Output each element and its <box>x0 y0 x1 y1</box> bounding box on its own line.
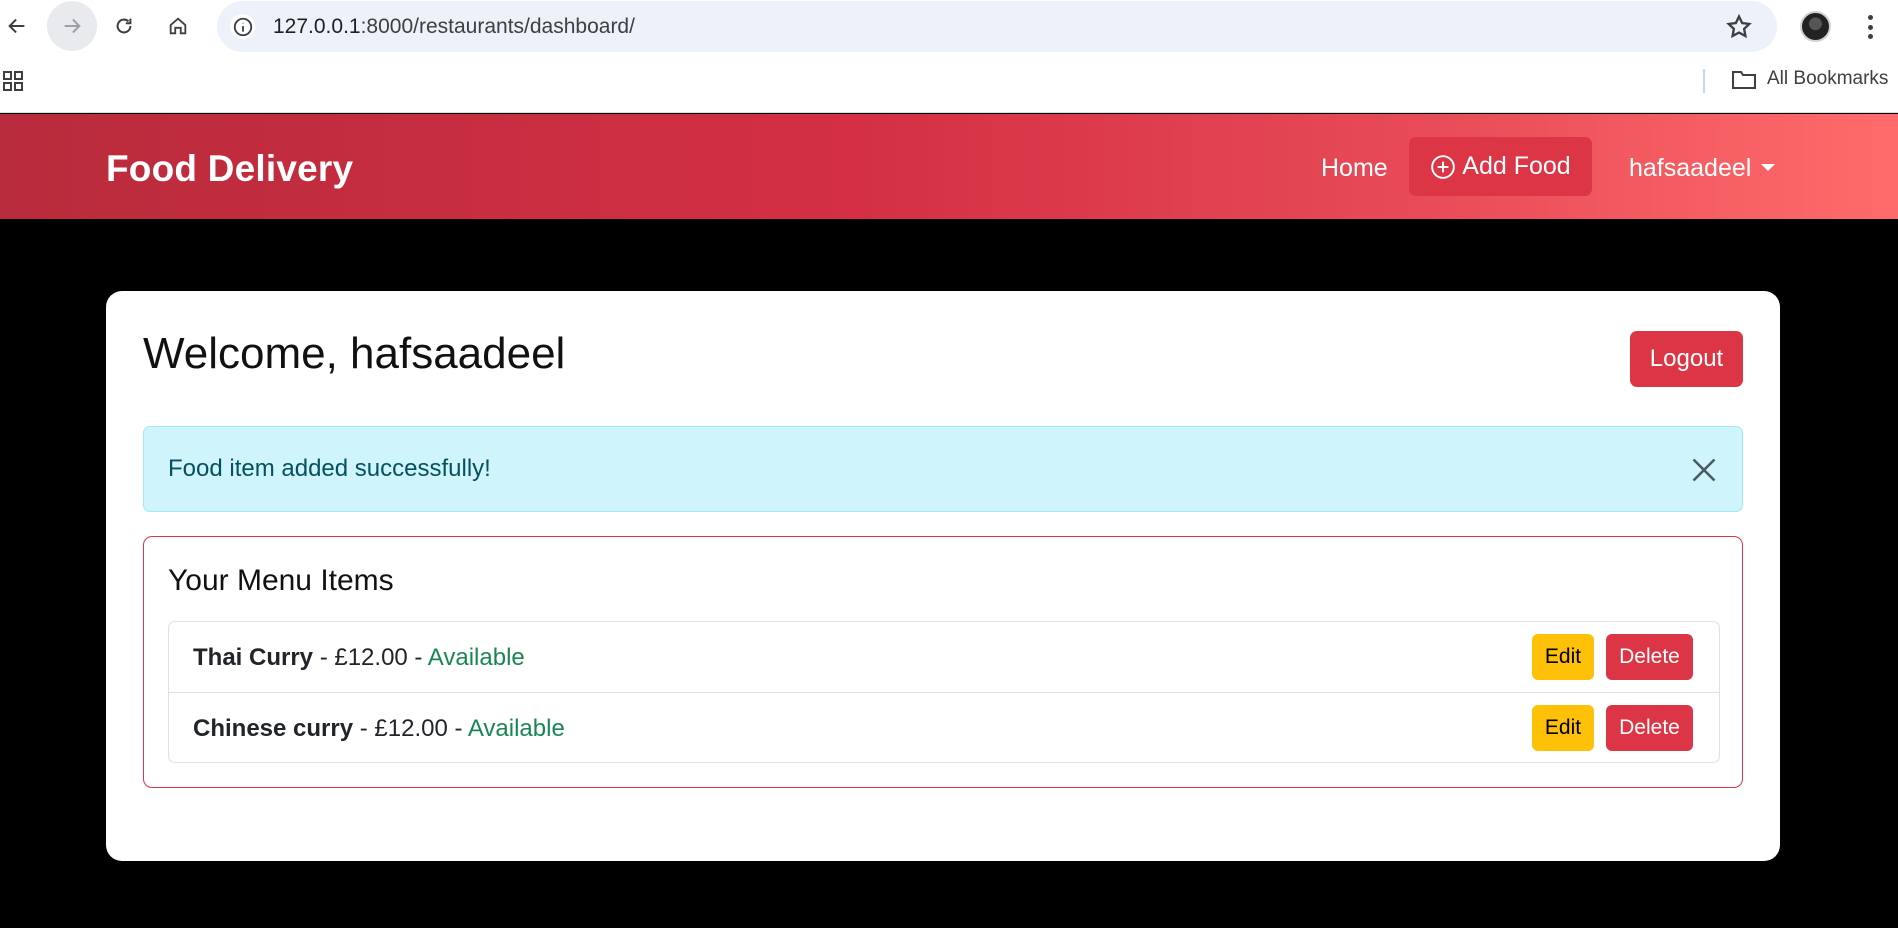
reload-icon <box>116 18 132 34</box>
username-label: hafsaadeel <box>1629 154 1752 182</box>
url-text[interactable]: 127.0.0.1:8000/restaurants/dashboard/ <box>273 15 635 39</box>
app-navbar: Food Delivery Home Add Food hafsaadeel <box>0 114 1898 219</box>
site-info-icon <box>233 17 252 36</box>
edit-button[interactable]: Edit <box>1532 634 1594 680</box>
nav-home-link[interactable]: Home <box>1321 154 1388 183</box>
forward-button[interactable] <box>47 1 97 51</box>
address-bar[interactable]: 127.0.0.1:8000/restaurants/dashboard/ <box>217 1 1777 52</box>
item-name: Thai Curry <box>193 644 314 671</box>
item-text: Thai Curry - £12.00 - Available <box>193 644 525 672</box>
logout-button[interactable]: Logout <box>1630 331 1743 387</box>
profile-avatar[interactable] <box>1800 11 1831 42</box>
delete-button[interactable]: Delete <box>1606 634 1693 680</box>
plus-circle-icon <box>1431 154 1456 179</box>
item-separator: - <box>447 715 468 742</box>
apps-grid-icon[interactable] <box>2 70 24 92</box>
menu-heading: Your Menu Items <box>168 564 394 597</box>
list-item: Thai Curry - £12.00 - Available Edit Del… <box>169 622 1719 693</box>
url-path: :8000/restaurants/dashboard/ <box>360 15 635 38</box>
item-separator: - <box>313 644 335 671</box>
item-status: Available <box>427 644 525 671</box>
item-price: £12.00 <box>334 644 408 671</box>
item-price: £12.00 <box>374 715 448 742</box>
brand-logo[interactable]: Food Delivery <box>106 148 353 190</box>
edit-button[interactable]: Edit <box>1532 705 1594 751</box>
dashboard-card: Welcome, hafsaadeel Logout Food item add… <box>106 291 1780 861</box>
item-status: Available <box>467 715 565 742</box>
success-alert: Food item added successfully! <box>143 426 1743 512</box>
list-item: Chinese curry - £12.00 - Available Edit … <box>169 693 1719 764</box>
user-dropdown[interactable]: hafsaadeel <box>1629 154 1776 183</box>
item-separator: - <box>353 715 375 742</box>
menu-items-section: Your Menu Items Thai Curry - £12.00 - Av… <box>143 536 1743 788</box>
site-info-button[interactable] <box>230 14 255 39</box>
bookmarks-bar: All Bookmarks <box>0 53 1898 113</box>
item-text: Chinese curry - £12.00 - Available <box>193 715 565 743</box>
reload-button[interactable] <box>104 6 144 46</box>
menu-item-list: Thai Curry - £12.00 - Available Edit Del… <box>168 621 1720 763</box>
folder-icon <box>1732 71 1756 89</box>
back-button[interactable] <box>0 6 37 46</box>
page-title: Welcome, hafsaadeel <box>143 329 566 378</box>
browser-toolbar: 127.0.0.1:8000/restaurants/dashboard/ <box>0 0 1898 53</box>
bookmarks-divider <box>1703 69 1705 93</box>
home-button[interactable] <box>158 6 198 46</box>
add-food-button[interactable]: Add Food <box>1409 137 1592 196</box>
add-food-label: Add Food <box>1462 152 1571 180</box>
delete-button[interactable]: Delete <box>1606 705 1693 751</box>
star-icon[interactable] <box>1725 13 1753 41</box>
alert-message: Food item added successfully! <box>168 455 491 482</box>
all-bookmarks-button[interactable]: All Bookmarks <box>1731 68 1888 90</box>
url-host: 127.0.0.1 <box>273 15 361 38</box>
item-separator: - <box>407 644 428 671</box>
all-bookmarks-label: All Bookmarks <box>1767 68 1889 89</box>
caret-down-icon <box>1761 164 1776 171</box>
item-name: Chinese curry <box>193 715 354 742</box>
close-icon[interactable] <box>1690 456 1718 484</box>
home-icon <box>169 17 187 35</box>
back-arrow-icon <box>8 18 25 34</box>
forward-arrow-icon <box>64 18 81 34</box>
kebab-menu-icon[interactable] <box>1858 12 1882 42</box>
